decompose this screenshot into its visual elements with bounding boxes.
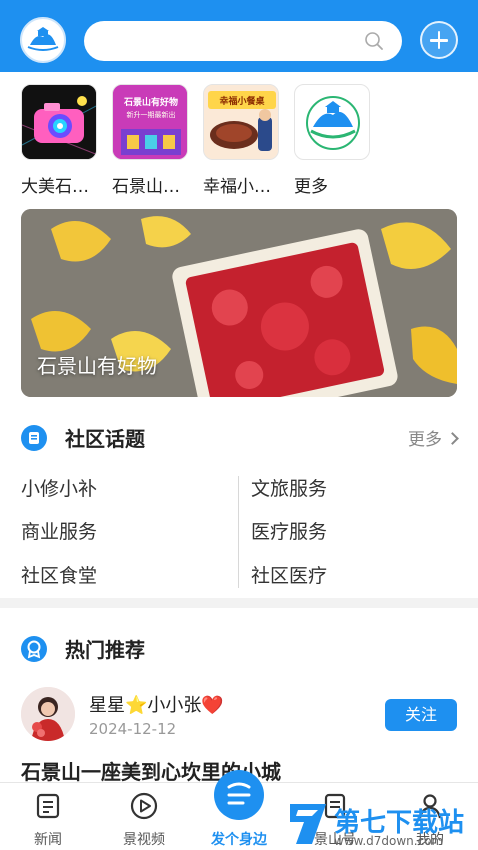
nav-label: 新闻: [34, 832, 62, 848]
section-separator: [0, 598, 478, 608]
app-item-shijingshan[interactable]: 石景山有好物 新升一期最新出 石景山…: [112, 84, 192, 197]
topic-item[interactable]: 社区食堂: [21, 561, 97, 588]
search-bar[interactable]: [84, 21, 402, 61]
app-label: 大美石…: [21, 177, 89, 197]
topic-item[interactable]: 文旅服务: [251, 474, 327, 501]
medal-icon: [21, 636, 47, 662]
nav-item-news[interactable]: 新闻: [0, 783, 96, 850]
topic-item[interactable]: 小修小补: [21, 474, 97, 501]
search-input[interactable]: [84, 21, 344, 61]
nav-label: 景视频: [123, 832, 165, 848]
app-item-more[interactable]: 更多: [294, 84, 374, 197]
more-label: 更多: [408, 430, 442, 450]
topic-item[interactable]: 商业服务: [21, 517, 97, 544]
topic-item[interactable]: 医疗服务: [251, 517, 327, 544]
app-label: 更多: [294, 177, 328, 197]
section-title: 热门推荐: [65, 638, 145, 662]
camera-app-thumb[interactable]: [21, 84, 97, 160]
community-topics-header: 社区话题 更多: [21, 419, 459, 459]
news-icon: [36, 793, 60, 819]
promo-banner[interactable]: 石景山有好物: [21, 209, 457, 397]
app-logo-icon[interactable]: [20, 17, 66, 63]
nav-label: 发个身边: [211, 832, 267, 848]
topic-grid: 小修小补 商业服务 社区食堂 文旅服务 医疗服务 社区医疗: [21, 466, 457, 592]
quick-app-row: 大美石… 石景山有好物 新升一期最新出 石景山… 幸福小餐桌 幸福小… 更多: [0, 84, 478, 200]
app-label: 幸福小…: [203, 177, 271, 197]
top-header: [0, 0, 478, 72]
more-link[interactable]: 更多: [408, 425, 459, 450]
follow-button[interactable]: 关注: [385, 699, 457, 731]
chevron-right-icon: [446, 432, 459, 445]
video-play-icon: [130, 792, 158, 820]
thumb-text-2: 新升一期最新出: [126, 111, 176, 119]
app-item-daemei[interactable]: 大美石…: [21, 84, 101, 197]
watermark-url: www.d7down.com: [334, 834, 444, 848]
post-nearby-button[interactable]: [214, 770, 264, 820]
topic-item[interactable]: 社区医疗: [251, 561, 327, 588]
post-username[interactable]: 星星⭐小小张❤️: [89, 691, 224, 717]
more-app-thumb[interactable]: [294, 84, 370, 160]
banner-caption: 石景山有好物: [37, 354, 157, 378]
hot-recommend-header: 热门推荐: [21, 630, 457, 670]
divider: [238, 476, 239, 588]
restaurant-app-thumb[interactable]: 幸福小餐桌: [203, 84, 279, 160]
add-button[interactable]: [420, 21, 458, 59]
search-icon[interactable]: [364, 31, 384, 51]
nav-item-video[interactable]: 景视频: [96, 783, 192, 850]
app-item-xingfu[interactable]: 幸福小餐桌 幸福小…: [203, 84, 283, 197]
site-watermark: 第七下载站 www.d7down.com: [282, 800, 478, 850]
post-nearby-icon: [227, 782, 251, 805]
post-date: 2024-12-12: [89, 720, 177, 738]
watermark-logo-icon: [290, 804, 326, 844]
avatar[interactable]: [21, 687, 75, 741]
app-label: 石景山…: [112, 177, 180, 197]
community-icon: [21, 425, 47, 451]
shop-app-thumb[interactable]: 石景山有好物 新升一期最新出: [112, 84, 188, 160]
section-title: 社区话题: [65, 427, 145, 451]
thumb-text-1: 石景山有好物: [123, 98, 178, 108]
thumb-text: 幸福小餐桌: [219, 97, 265, 107]
